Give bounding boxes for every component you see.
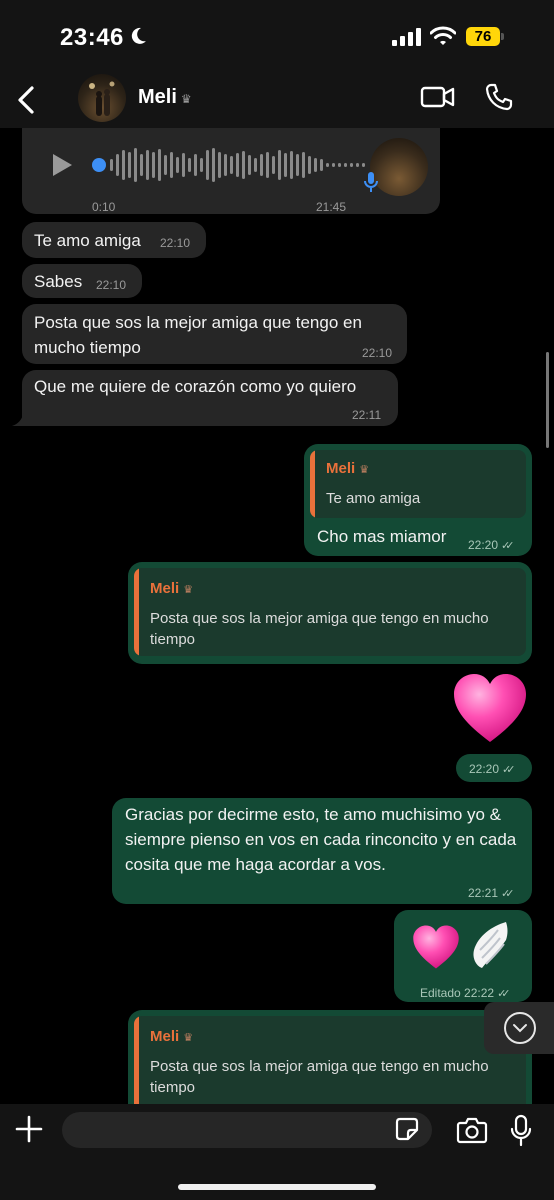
message-text: Gracias por decirme esto, te amo muchisi…: [125, 805, 517, 874]
pink-heart-emoji: [413, 925, 459, 969]
scroll-down-circle: [504, 1012, 536, 1044]
message-text: Sabes: [34, 272, 83, 291]
reply-message-bubble[interactable]: Meli ♛ Posta que sos la mejor amiga que t…: [128, 562, 532, 664]
message-time: 22:20 ✓✓: [468, 538, 515, 552]
play-icon[interactable]: [50, 152, 74, 178]
message-bubble[interactable]: Gracias por decirme esto, te amo muchisi…: [112, 798, 532, 904]
phone-call-icon[interactable]: [484, 82, 514, 112]
back-icon[interactable]: [12, 82, 42, 118]
quote-sender: Meli ♛: [150, 580, 194, 597]
message-text: Posta que sos la mejor amiga que tengo e…: [34, 313, 362, 357]
quote-sender: Meli ♛: [326, 460, 370, 477]
quoted-message[interactable]: Meli ♛ Posta que sos la mejor amiga que t…: [134, 1016, 526, 1104]
quote-sender: Meli ♛: [150, 1028, 194, 1045]
message-time: 22:21 ✓✓: [468, 886, 515, 900]
emoji-message-bubble[interactable]: Editado 22:22 ✓✓: [394, 910, 532, 1002]
plus-icon[interactable]: [14, 1114, 44, 1144]
read-check-icon: ✓✓: [501, 540, 515, 552]
chevron-down-icon: [513, 1024, 527, 1033]
message-text: Cho mas miamor: [317, 527, 447, 546]
contact-name-area[interactable]: Meli ♛: [138, 86, 192, 109]
scrollbar[interactable]: [546, 352, 549, 448]
message-time: 22:10: [362, 346, 393, 360]
message-input-bar: [0, 1104, 554, 1200]
message-time: Editado 22:22 ✓✓: [420, 986, 511, 1000]
message-bubble[interactable]: Sabes 22:10: [22, 264, 142, 298]
message-text: Te amo amiga: [34, 231, 141, 250]
emoji-time-chip: 22:20 ✓✓: [456, 754, 532, 782]
chat-header: Meli ♛: [0, 72, 554, 128]
home-indicator[interactable]: [178, 1184, 376, 1190]
avatar-photo: [89, 81, 115, 116]
read-check-icon: ✓✓: [497, 988, 511, 1000]
wing-emoji: [473, 922, 508, 968]
message-text: Que me quiere de corazón como yo quiero: [34, 377, 357, 396]
message-bubble[interactable]: Que me quiere de corazón como yo quiero …: [22, 370, 398, 426]
quote-accent-bar: [134, 568, 139, 656]
message-time: 22:20 ✓✓: [469, 762, 516, 776]
message-time: 22:10: [160, 236, 191, 250]
quote-text: Posta que sos la mejor amiga que tengo e…: [150, 1058, 489, 1096]
reply-message-bubble[interactable]: Meli ♛ Te amo amiga Cho mas miamor 22:20 ✓…: [304, 444, 532, 556]
pink-heart-emoji[interactable]: [452, 672, 528, 744]
message-bubble[interactable]: Posta que sos la mejor amiga que tengo e…: [22, 304, 407, 364]
battery-indicator: 76: [466, 27, 500, 46]
reply-message-bubble[interactable]: Meli ♛ Posta que sos la mejor amiga que t…: [128, 1010, 532, 1104]
message-time: 22:10: [96, 278, 127, 292]
camera-icon[interactable]: [456, 1116, 488, 1144]
quoted-message[interactable]: Meli ♛ Te amo amiga: [310, 450, 526, 518]
read-check-icon: ✓✓: [502, 764, 516, 776]
signal-icon: [392, 28, 421, 46]
voice-progress-dot[interactable]: [92, 158, 106, 172]
message-bubble[interactable]: Te amo amiga 22:10: [22, 222, 206, 258]
quote-text: Posta que sos la mejor amiga que tengo e…: [150, 610, 489, 648]
sticker-icon[interactable]: [394, 1116, 420, 1142]
moon-icon: [131, 27, 146, 44]
contact-avatar[interactable]: [78, 74, 126, 122]
quoted-message[interactable]: Meli ♛ Posta que sos la mejor amiga que t…: [134, 568, 526, 656]
contact-name[interactable]: Meli: [138, 86, 177, 108]
chat-area[interactable]: 0:10 21:45 Te amo amiga 22:10 Sabes 22:1…: [0, 128, 554, 1104]
quote-accent-bar: [310, 450, 315, 518]
read-check-icon: ✓✓: [501, 888, 515, 900]
voice-elapsed: 0:10: [92, 200, 116, 214]
crown-icon: ♛: [180, 92, 192, 106]
voice-note-bubble[interactable]: 0:10 21:45: [22, 128, 440, 214]
mic-icon: [364, 172, 378, 192]
battery-cap: [501, 33, 504, 40]
status-time: 23:46: [60, 24, 124, 51]
quote-text: Te amo amiga: [326, 490, 421, 507]
wifi-icon: [430, 26, 456, 45]
status-bar: 23:46 76: [0, 0, 554, 72]
scroll-to-bottom-button[interactable]: [484, 1002, 554, 1054]
edited-label: Editado: [420, 986, 461, 1000]
video-call-icon[interactable]: [420, 84, 456, 110]
quote-accent-bar: [134, 1016, 139, 1104]
voice-sender-avatar: [370, 138, 428, 196]
microphone-icon[interactable]: [510, 1114, 532, 1148]
message-input[interactable]: [62, 1112, 432, 1148]
message-time: 22:11: [352, 408, 382, 422]
voice-time: 21:45: [316, 200, 347, 214]
bubble-tail: [12, 412, 28, 426]
